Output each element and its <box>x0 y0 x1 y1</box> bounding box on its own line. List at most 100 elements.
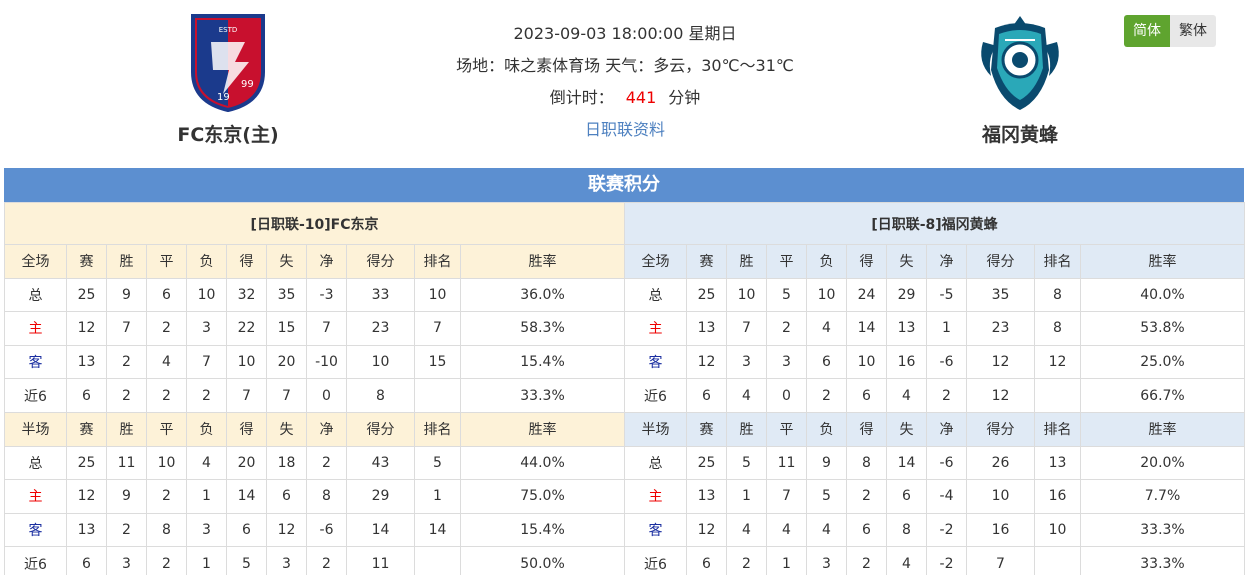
column-header-scope: 全场 <box>4 244 67 279</box>
cell-played: 6 <box>66 546 107 575</box>
cell-scope: 主 <box>4 311 67 346</box>
cell-goal-diff: -5 <box>926 277 967 313</box>
cell-played: 25 <box>66 277 107 313</box>
cell-goals-against: 16 <box>886 344 927 380</box>
cell-points: 12 <box>966 378 1035 413</box>
table-row: 近6 6 2 2 2 7 7 0 8 33.3% <box>4 378 626 413</box>
cell-rank: 8 <box>1034 311 1081 346</box>
cell-played: 6 <box>686 378 727 413</box>
cell-goal-diff: -2 <box>926 546 967 575</box>
cell-win-rate: 7.7% <box>1080 479 1245 514</box>
cell-draw: 3 <box>766 344 807 380</box>
cell-scope: 近6 <box>624 546 687 575</box>
cell-loss: 10 <box>806 277 847 313</box>
cell-scope: 总 <box>4 445 67 481</box>
cell-win: 9 <box>106 277 147 313</box>
cell-scope: 客 <box>624 344 687 380</box>
column-header-loss: 负 <box>806 411 847 447</box>
home-team-title: [日职联-10]FC东京 <box>3 202 626 245</box>
table-row: 客 12 3 3 6 10 16 -6 12 12 25.0% <box>624 344 1245 380</box>
cell-goal-diff: 0 <box>306 378 347 413</box>
cell-points: 12 <box>966 344 1035 380</box>
cell-goal-diff: -2 <box>926 512 967 548</box>
cell-goals-against: 3 <box>266 546 307 575</box>
table-row: 客 13 2 4 7 10 20 -10 10 15 15.4% <box>4 344 626 380</box>
column-header-goals-for: 得 <box>846 411 887 447</box>
cell-draw: 2 <box>146 311 187 346</box>
cell-scope: 客 <box>4 512 67 548</box>
table-row: 主 12 7 2 3 22 15 7 23 7 58.3% <box>4 311 626 346</box>
avispa-fukuoka-logo-icon <box>981 16 1059 110</box>
cell-goals-against: 4 <box>886 546 927 575</box>
column-header-goals-against: 失 <box>886 244 927 279</box>
cell-draw: 5 <box>766 277 807 313</box>
cell-win: 7 <box>106 311 147 346</box>
cell-rank: 16 <box>1034 479 1081 514</box>
countdown: 倒计时： 441 分钟 <box>400 82 850 114</box>
column-header-draw: 平 <box>766 244 807 279</box>
column-header-win: 胜 <box>106 411 147 447</box>
cell-goals-against: 4 <box>886 378 927 413</box>
cell-draw: 2 <box>766 311 807 346</box>
column-header-rank: 排名 <box>414 244 461 279</box>
away-team[interactable]: 福冈黄蜂 <box>920 12 1120 147</box>
away-team-name: 福冈黄蜂 <box>981 124 1058 146</box>
cell-draw: 10 <box>146 445 187 481</box>
cell-rank <box>1034 546 1081 575</box>
cell-rank: 10 <box>414 277 461 313</box>
column-header-played: 赛 <box>66 411 107 447</box>
fc-tokyo-logo-icon: ESTD 19 99 <box>191 14 265 112</box>
away-half-header-row: 半场赛胜平负得失净得分 排名 胜率 <box>624 411 1245 447</box>
cell-rank: 14 <box>414 512 461 548</box>
cell-goals-for: 6 <box>846 378 887 413</box>
cell-goal-diff: 1 <box>926 311 967 346</box>
match-header: ESTD 19 99 FC东京(主) 2023-09-03 18:00:00 星… <box>0 0 1245 168</box>
logo-text-estd: ESTD <box>219 26 238 34</box>
column-header-played: 赛 <box>686 411 727 447</box>
cell-loss: 3 <box>186 512 227 548</box>
home-title-row: [日职联-10]FC东京 <box>3 202 626 245</box>
cell-goals-for: 5 <box>226 546 267 575</box>
cell-scope: 客 <box>624 512 687 548</box>
cell-win-rate: 33.3% <box>459 378 626 413</box>
cell-win: 2 <box>106 344 147 380</box>
column-header-win: 胜 <box>106 244 147 279</box>
cell-draw: 6 <box>146 277 187 313</box>
cell-goal-diff: -10 <box>306 344 347 380</box>
cell-loss: 6 <box>806 344 847 380</box>
home-team[interactable]: ESTD 19 99 FC东京(主) <box>128 12 328 147</box>
countdown-value: 441 <box>625 88 657 107</box>
lang-traditional-button[interactable]: 繁体 <box>1170 15 1216 47</box>
cell-scope: 主 <box>624 479 687 514</box>
cell-rank: 1 <box>414 479 461 514</box>
cell-win: 4 <box>726 378 767 413</box>
cell-points: 26 <box>966 445 1035 481</box>
column-header-played: 赛 <box>66 244 107 279</box>
cell-goal-diff: -3 <box>306 277 347 313</box>
table-row: 主 13 7 2 4 14 13 1 23 8 53.8% <box>624 311 1245 346</box>
cell-goals-for: 20 <box>226 445 267 481</box>
cell-draw: 4 <box>766 512 807 548</box>
column-header-played: 赛 <box>686 244 727 279</box>
cell-goals-against: 18 <box>266 445 307 481</box>
cell-goal-diff: -4 <box>926 479 967 514</box>
column-header-points: 得分 <box>966 244 1035 279</box>
cell-win: 2 <box>726 546 767 575</box>
table-row: 总 25 9 6 10 32 35 -3 33 10 36.0% <box>4 277 626 313</box>
cell-goals-for: 6 <box>226 512 267 548</box>
cell-played: 25 <box>686 445 727 481</box>
cell-win: 5 <box>726 445 767 481</box>
cell-goals-against: 15 <box>266 311 307 346</box>
table-row: 客 13 2 8 3 6 12 -6 14 14 15.4% <box>4 512 626 548</box>
cell-points: 10 <box>966 479 1035 514</box>
cell-rank: 13 <box>1034 445 1081 481</box>
league-info-link[interactable]: 日职联资料 <box>400 114 850 146</box>
cell-points: 23 <box>966 311 1035 346</box>
match-info: 2023-09-03 18:00:00 星期日 场地：味之素体育场 天气：多云，… <box>400 18 850 146</box>
lang-simplified-button[interactable]: 简体 <box>1124 15 1170 47</box>
home-full-header-row: 全场赛胜平负得失净得分 排名 胜率 <box>4 244 626 279</box>
column-header-goals-against: 失 <box>886 411 927 447</box>
cell-goals-against: 29 <box>886 277 927 313</box>
cell-draw: 2 <box>146 479 187 514</box>
countdown-label: 倒计时： <box>549 88 614 107</box>
